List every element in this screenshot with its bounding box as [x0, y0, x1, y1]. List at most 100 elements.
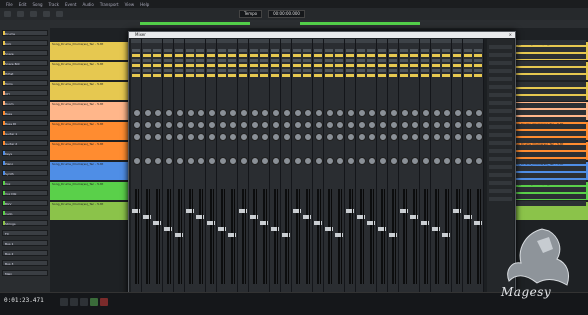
insert-slot[interactable]: [142, 59, 151, 62]
insert-slot[interactable]: [420, 59, 429, 62]
volume-fader-track[interactable]: [327, 189, 330, 284]
browser-row[interactable]: [516, 54, 586, 59]
insert-slot[interactable]: [388, 69, 397, 72]
insert-slot[interactable]: [324, 74, 333, 77]
track-header[interactable]: FX: [2, 230, 48, 236]
insert-slot[interactable]: [356, 49, 365, 52]
volume-fader-track[interactable]: [252, 189, 255, 284]
channel-header[interactable]: [141, 39, 152, 43]
insert-slot[interactable]: [164, 64, 173, 67]
insert-slot[interactable]: [292, 69, 301, 72]
insert-slot[interactable]: [174, 54, 183, 57]
send-knob[interactable]: [293, 109, 302, 117]
insert-slot[interactable]: [442, 74, 451, 77]
channel-header[interactable]: [409, 39, 420, 43]
volume-fader-track[interactable]: [359, 189, 362, 284]
send-knob[interactable]: [368, 121, 377, 129]
mixer-side-row[interactable]: [489, 149, 512, 153]
volume-fader-track[interactable]: [370, 189, 373, 284]
channel-header[interactable]: [355, 39, 366, 43]
send-knob[interactable]: [357, 133, 366, 141]
insert-slot[interactable]: [281, 54, 290, 57]
send-knob[interactable]: [432, 121, 441, 129]
insert-slot[interactable]: [239, 64, 247, 67]
track-header[interactable]: Keys: [2, 150, 48, 156]
send-knob[interactable]: [250, 121, 259, 129]
send-knob[interactable]: [165, 121, 174, 129]
insert-slot[interactable]: [260, 59, 269, 62]
send-knob[interactable]: [357, 109, 366, 117]
insert-slot[interactable]: [228, 49, 237, 52]
send-knob[interactable]: [229, 109, 238, 117]
send-knob[interactable]: [464, 133, 473, 141]
channel-header[interactable]: [227, 39, 238, 43]
send-knob[interactable]: [133, 121, 141, 129]
pan-knob[interactable]: [207, 157, 216, 165]
insert-slot[interactable]: [271, 54, 280, 57]
insert-slot[interactable]: [453, 54, 461, 57]
insert-slot[interactable]: [196, 54, 205, 57]
track-header[interactable]: Toms: [2, 80, 48, 86]
insert-slot[interactable]: [185, 74, 194, 77]
insert-slot[interactable]: [442, 64, 451, 67]
insert-slot[interactable]: [356, 64, 365, 67]
pan-knob[interactable]: [261, 157, 270, 165]
insert-slot[interactable]: [346, 69, 354, 72]
send-knob[interactable]: [261, 109, 270, 117]
insert-slot[interactable]: [453, 64, 461, 67]
insert-slot[interactable]: [174, 69, 183, 72]
send-knob[interactable]: [207, 109, 216, 117]
insert-slot[interactable]: [303, 74, 312, 77]
send-knob[interactable]: [432, 133, 441, 141]
pan-knob[interactable]: [379, 157, 388, 165]
volume-fader-track[interactable]: [349, 189, 351, 284]
volume-fader-track[interactable]: [220, 189, 223, 284]
insert-slot[interactable]: [249, 69, 258, 72]
send-knob[interactable]: [454, 121, 462, 129]
insert-slot[interactable]: [399, 69, 408, 72]
channel-header[interactable]: [323, 39, 334, 43]
browser-row[interactable]: [516, 103, 586, 108]
send-knob[interactable]: [143, 133, 152, 141]
insert-slot[interactable]: [185, 59, 194, 62]
insert-slot[interactable]: [431, 54, 440, 57]
pan-knob[interactable]: [421, 157, 430, 165]
pan-knob[interactable]: [186, 157, 195, 165]
insert-slot[interactable]: [367, 69, 376, 72]
insert-slot[interactable]: [281, 49, 290, 52]
send-knob[interactable]: [304, 121, 313, 129]
volume-fader-track[interactable]: [135, 189, 137, 284]
send-knob[interactable]: [336, 109, 345, 117]
audio-clip[interactable]: Song_Drums_Drums(ss)_Tec - 5.8t: [50, 182, 130, 200]
insert-slot[interactable]: [463, 69, 472, 72]
volume-fader-track[interactable]: [167, 189, 170, 284]
insert-slot[interactable]: [378, 74, 387, 77]
insert-slot[interactable]: [324, 69, 333, 72]
send-knob[interactable]: [325, 133, 334, 141]
insert-slot[interactable]: [239, 74, 247, 77]
insert-slot[interactable]: [142, 49, 151, 52]
insert-slot[interactable]: [206, 69, 215, 72]
send-knob[interactable]: [218, 109, 227, 117]
volume-fader-track[interactable]: [209, 189, 212, 284]
send-knob[interactable]: [432, 109, 441, 117]
audio-clip[interactable]: Song_Drums_Drums(ss)_Tec - 5.8t: [50, 142, 130, 160]
insert-slot[interactable]: [431, 59, 440, 62]
send-knob[interactable]: [421, 133, 430, 141]
send-knob[interactable]: [379, 109, 388, 117]
insert-slot[interactable]: [164, 54, 173, 57]
track-header[interactable]: Synth: [2, 170, 48, 176]
send-knob[interactable]: [293, 133, 302, 141]
insert-slot[interactable]: [206, 54, 215, 57]
insert-slot[interactable]: [153, 49, 162, 52]
browser-row[interactable]: [516, 159, 586, 164]
send-knob[interactable]: [411, 133, 420, 141]
pan-knob[interactable]: [411, 157, 420, 165]
volume-fader-track[interactable]: [263, 189, 266, 284]
insert-slot[interactable]: [388, 59, 397, 62]
send-knob[interactable]: [400, 133, 409, 141]
mixer-side-row[interactable]: [489, 109, 512, 113]
send-knob[interactable]: [197, 121, 206, 129]
insert-slot[interactable]: [431, 49, 440, 52]
insert-slot[interactable]: [410, 74, 419, 77]
